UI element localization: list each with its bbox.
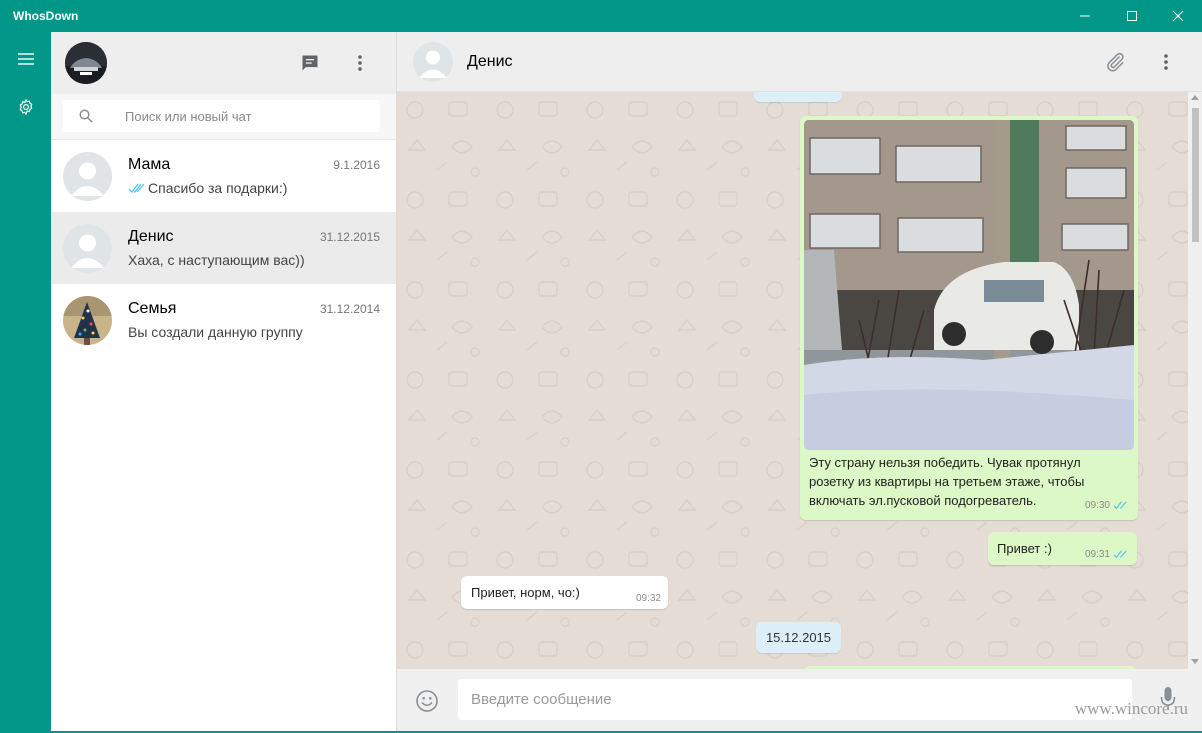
- left-rail: [0, 32, 51, 733]
- message-bubble-outgoing[interactable]: Эту страну нельзя победить. Чувак протян…: [800, 116, 1138, 520]
- minimize-button[interactable]: [1062, 0, 1108, 32]
- conversation-pane: Денис Эту страну нельзя победить. Чувак …: [397, 32, 1202, 731]
- chat-last-message: Спасибо за подарки:): [128, 180, 287, 196]
- search-input[interactable]: [125, 100, 365, 132]
- message-time: 09:31: [1084, 549, 1110, 560]
- attach-button[interactable]: [1103, 50, 1127, 74]
- paperclip-icon: [1107, 52, 1124, 72]
- message-photo[interactable]: [804, 120, 1134, 450]
- chat-bubble-icon: [302, 55, 318, 71]
- more-vertical-icon: [358, 55, 362, 71]
- emoji-smile-icon: [416, 690, 438, 712]
- chat-list-pane: Мама 9.1.2016 Спасибо за подарки:) Денис…: [51, 32, 397, 731]
- chat-list: Мама 9.1.2016 Спасибо за подарки:) Денис…: [51, 140, 396, 356]
- message-text: Привет, норм, чо:): [471, 585, 580, 600]
- chat-item-mama[interactable]: Мама 9.1.2016 Спасибо за подарки:): [51, 140, 396, 212]
- message-input-box[interactable]: [458, 679, 1132, 720]
- message-time: 09:30: [1084, 500, 1110, 511]
- message-area[interactable]: Эту страну нельзя победить. Чувак протян…: [397, 92, 1202, 669]
- message-input[interactable]: [471, 679, 1111, 720]
- watermark: www.wincore.ru: [1074, 699, 1188, 718]
- double-check-icon: [1113, 501, 1127, 510]
- window-title: WhosDown: [13, 9, 79, 23]
- contact-avatar: [63, 224, 112, 273]
- chat-last-message: Хаха, с наступающим вас)): [128, 252, 305, 268]
- maximize-button[interactable]: [1109, 0, 1155, 32]
- chat-item-denis[interactable]: Денис 31.12.2015 Хаха, с наступающим вас…: [51, 212, 396, 284]
- chat-date: 31.12.2014: [319, 302, 380, 316]
- conversation-header: Денис: [397, 32, 1202, 92]
- message-time: 09:32: [635, 593, 661, 604]
- chat-date: 31.12.2015: [319, 230, 380, 244]
- scrollbar-thumb[interactable]: [1192, 108, 1199, 242]
- chat-date: 9.1.2016: [333, 158, 380, 172]
- scroll-down-arrow[interactable]: [1191, 659, 1199, 664]
- message-text: Привет :): [997, 541, 1052, 556]
- chat-name: Семья: [128, 300, 177, 317]
- chat-last-message: Вы создали данную группу: [128, 324, 303, 340]
- search-box[interactable]: [63, 100, 380, 132]
- maximize-icon: [1127, 11, 1137, 21]
- close-icon: [1172, 10, 1184, 22]
- message-scrollbar[interactable]: [1188, 92, 1202, 669]
- message-meta: 09:32: [636, 593, 661, 604]
- contact-avatar[interactable]: [413, 42, 453, 82]
- message-meta: 09:31: [1085, 549, 1128, 560]
- title-bar: WhosDown: [0, 0, 1202, 32]
- double-check-icon: [128, 183, 145, 193]
- contact-avatar: [63, 152, 112, 201]
- chat-name: Мама: [128, 156, 171, 173]
- hamburger-menu-icon[interactable]: [15, 48, 37, 70]
- more-vertical-icon: [1164, 54, 1168, 70]
- search-area: [51, 94, 396, 140]
- minimize-icon: [1080, 15, 1090, 17]
- chat-list-more-button[interactable]: [348, 51, 372, 75]
- gear-icon[interactable]: [15, 96, 37, 118]
- chat-list-header: [51, 32, 396, 94]
- chat-last-message-text: Хаха, с наступающим вас)): [128, 252, 305, 268]
- new-chat-button[interactable]: [298, 51, 322, 75]
- chat-last-message-text: Спасибо за подарки:): [148, 180, 288, 196]
- chat-name: Денис: [128, 228, 174, 245]
- composer: www.wincore.ru: [397, 669, 1202, 731]
- double-check-icon: [1113, 550, 1127, 559]
- scroll-up-arrow[interactable]: [1191, 95, 1199, 100]
- message-bubble-outgoing[interactable]: Привет :) 09:31: [988, 532, 1137, 565]
- chat-item-semya[interactable]: Семья 31.12.2014 Вы создали данную групп…: [51, 284, 396, 356]
- message-meta: 09:30: [1085, 500, 1128, 511]
- close-button[interactable]: [1155, 0, 1201, 32]
- my-avatar[interactable]: [65, 42, 107, 84]
- chat-last-message-text: Вы создали данную группу: [128, 324, 303, 340]
- emoji-button[interactable]: [415, 689, 439, 718]
- contact-name[interactable]: Денис: [467, 53, 513, 71]
- search-icon: [79, 109, 93, 123]
- message-bubble-incoming[interactable]: Привет, норм, чо:) 09:32: [461, 576, 668, 609]
- conversation-more-button[interactable]: [1154, 50, 1178, 74]
- group-avatar: [63, 296, 112, 345]
- message-text: Эту страну нельзя победить. Чувак протян…: [809, 455, 1085, 508]
- date-chip: 15.12.2015: [756, 622, 841, 653]
- date-chip-partial: [754, 92, 842, 102]
